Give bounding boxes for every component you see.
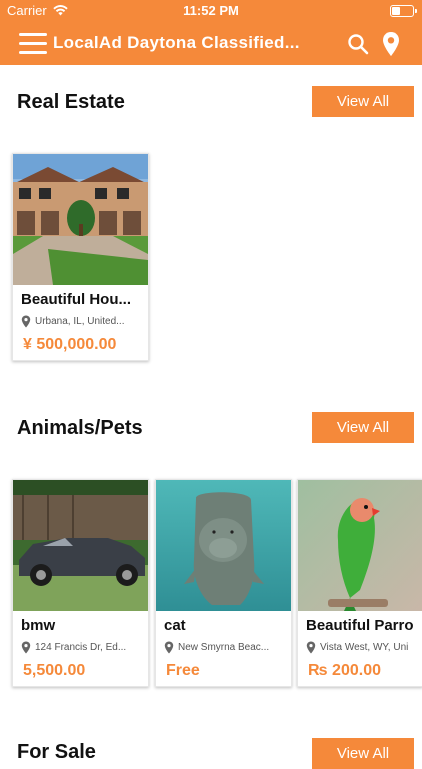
listing-card[interactable]: bmw 124 Francis Dr, Ed... 5,500.00 xyxy=(12,479,149,687)
app-header: LocalAd Daytona Classified... xyxy=(0,22,422,65)
location-pin-icon xyxy=(164,641,174,654)
status-bar: Carrier 11:52 PM xyxy=(0,0,422,22)
app-title: LocalAd Daytona Classified... xyxy=(53,33,300,52)
listing-title: bmw xyxy=(21,617,56,634)
listing-location: Urbana, IL, United... xyxy=(21,315,146,328)
listing-card[interactable]: Beautiful Hou... Urbana, IL, United... ¥… xyxy=(12,153,149,361)
listing-price: Free xyxy=(166,662,200,679)
listing-location: 124 Francis Dr, Ed... xyxy=(21,641,146,654)
listing-price: 5,500.00 xyxy=(23,662,86,679)
listing-location: Vista West, WY, Uni xyxy=(306,641,422,654)
location-pin-icon xyxy=(21,641,31,654)
listing-price: ¥ 500,000.00 xyxy=(23,336,117,353)
for-sale-view-all-button[interactable]: View All xyxy=(312,738,414,769)
section-title-real-estate: Real Estate xyxy=(17,91,125,113)
listing-price: ₨ 200.00 xyxy=(308,662,381,679)
listing-image-parrot xyxy=(298,480,422,611)
section-title-animals-pets: Animals/Pets xyxy=(17,417,143,439)
listing-image-car xyxy=(13,480,148,611)
location-pin-icon xyxy=(21,315,31,328)
real-estate-view-all-button[interactable]: View All xyxy=(312,86,414,117)
animals-pets-view-all-button[interactable]: View All xyxy=(312,412,414,443)
clock: 11:52 PM xyxy=(183,3,239,18)
listing-location-text: Urbana, IL, United... xyxy=(35,316,125,327)
listing-title: Beautiful Parro xyxy=(306,617,414,634)
listing-card[interactable]: cat New Smyrna Beac... Free xyxy=(155,479,292,687)
listing-image-house xyxy=(13,154,148,285)
listing-location: New Smyrna Beac... xyxy=(164,641,289,654)
location-pin-icon xyxy=(306,641,316,654)
battery-level xyxy=(392,7,400,15)
listing-location-text: Vista West, WY, Uni xyxy=(320,642,409,653)
listing-title: cat xyxy=(164,617,186,634)
listing-card[interactable]: Beautiful Parro Vista West, WY, Uni ₨ 20… xyxy=(297,479,422,687)
search-icon[interactable] xyxy=(346,32,370,56)
section-title-for-sale: For Sale xyxy=(17,741,96,763)
battery-icon xyxy=(390,5,417,17)
listing-title: Beautiful Hou... xyxy=(21,291,131,308)
listing-location-text: 124 Francis Dr, Ed... xyxy=(35,642,127,653)
location-pin-icon[interactable] xyxy=(381,31,401,57)
hamburger-menu-icon[interactable] xyxy=(19,32,47,54)
listing-location-text: New Smyrna Beac... xyxy=(178,642,270,653)
listing-image-manatee xyxy=(156,480,291,611)
